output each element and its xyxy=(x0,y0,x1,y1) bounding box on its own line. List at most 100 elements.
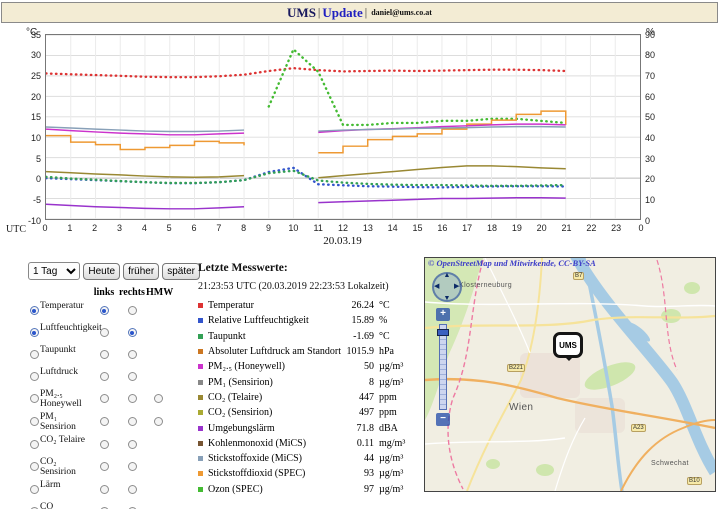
y-axis-tick-right: 20 xyxy=(645,174,656,185)
rechts-radio[interactable] xyxy=(127,462,137,471)
zoom-slider-track[interactable] xyxy=(439,324,447,410)
rechts-radio[interactable] xyxy=(127,394,137,403)
links-radio[interactable] xyxy=(99,462,109,471)
links-radio[interactable] xyxy=(99,372,109,381)
series-color-bullet xyxy=(198,471,203,477)
control-label: PM₁ Sensirion xyxy=(40,412,76,432)
rechts-radio[interactable] xyxy=(127,485,137,494)
row-enable-radio[interactable] xyxy=(29,440,39,449)
measurement-unit: µg/m³ xyxy=(379,361,404,373)
y-axis-tick-left: 0 xyxy=(35,174,41,185)
row-enable-radio[interactable] xyxy=(29,485,39,494)
measurement-unit: µg/m³ xyxy=(379,376,404,388)
pan-down-icon[interactable]: ▼ xyxy=(444,295,451,302)
hmw-radio[interactable] xyxy=(153,417,163,426)
y-axis-tick-left: 35 xyxy=(30,29,41,40)
measurement-label: Umgebungslärm xyxy=(208,422,275,434)
update-link[interactable]: Update xyxy=(322,5,362,21)
spaeter-button[interactable]: später xyxy=(162,262,200,280)
zoom-out-button[interactable]: − xyxy=(436,413,450,426)
rechts-radio[interactable] xyxy=(127,306,137,315)
measurement-row-12: Ozon (SPEC) 97 µg/m³ xyxy=(198,482,416,497)
hmw-radio[interactable] xyxy=(153,394,163,403)
links-radio[interactable] xyxy=(99,328,109,337)
map-panel[interactable]: © OpenStreetMap und Mitwirkende, CC-BY-S… xyxy=(424,257,716,492)
col-links: links xyxy=(93,287,115,298)
control-row-3: Luftdruck xyxy=(28,367,200,386)
chart-plot xyxy=(45,34,641,220)
rechts-radio[interactable] xyxy=(127,350,137,359)
rechts-radio[interactable] xyxy=(127,417,137,426)
measurement-row-0: Temperatur 26.24 °C xyxy=(198,298,416,313)
row-enable-radio[interactable] xyxy=(29,328,39,337)
links-radio[interactable] xyxy=(99,306,109,315)
measurement-row-1: Relative Luftfeuchtigkeit 15.89% xyxy=(198,313,416,328)
x-axis-tick: 19 xyxy=(511,223,522,233)
measurement-label: PM₂.₅ (Honeywell) xyxy=(208,361,285,373)
links-radio[interactable] xyxy=(99,350,109,359)
measurement-unit: % xyxy=(379,315,388,327)
row-enable-radio[interactable] xyxy=(29,350,39,359)
control-label: Lärm xyxy=(40,480,61,490)
row-enable-radio[interactable] xyxy=(29,372,39,381)
measurement-row-7: CO₂ (Sensirion) 497 ppm xyxy=(198,405,416,420)
pan-left-icon[interactable]: ◀ xyxy=(434,283,439,290)
control-label: Luftdruck xyxy=(40,367,78,377)
x-axis-tick: 20 xyxy=(536,223,547,233)
frueher-button[interactable]: früher xyxy=(123,262,160,280)
control-label: PM₂.₅ Honeywell xyxy=(40,389,82,409)
timeseries-chart: °C % UTC 20.03.19 -10 -5 0 5 10 15 20 25 30 35 0 10… xyxy=(0,26,719,252)
chart-series-4 xyxy=(46,110,567,154)
heute-button[interactable]: Heute xyxy=(83,262,121,280)
chart-series-6 xyxy=(46,125,566,133)
links-radio[interactable] xyxy=(99,417,109,426)
zoom-slider-handle[interactable] xyxy=(437,329,449,336)
x-axis-tick: 13 xyxy=(362,223,373,233)
pan-right-icon[interactable]: ▶ xyxy=(454,283,459,290)
road-ref-badge: A23 xyxy=(631,424,646,432)
control-row-8: Lärm xyxy=(28,480,200,499)
control-label: CO₂ Sensirion xyxy=(40,457,76,477)
y-axis-tick-right: 10 xyxy=(645,194,656,205)
x-axis-tick: 10 xyxy=(288,223,299,233)
control-label: Taupunkt xyxy=(40,345,76,355)
map-pan-control[interactable]: ▲ ▼ ◀ ▶ xyxy=(430,270,464,304)
control-row-5: PM₁ Sensirion xyxy=(28,412,200,432)
rechts-radio[interactable] xyxy=(127,440,137,449)
map-city-label: Klosterneuburg xyxy=(459,282,513,289)
row-enable-radio[interactable] xyxy=(29,306,39,315)
road-ref-badge: B7 xyxy=(573,272,585,280)
road-ref-badge: B221 xyxy=(507,364,526,372)
y-axis-tick-right: 80 xyxy=(645,50,656,61)
row-enable-radio[interactable] xyxy=(29,417,39,426)
measurement-unit: ppm xyxy=(379,391,397,403)
control-row-1: Luftfeuchtigkeit xyxy=(28,323,200,342)
row-enable-radio[interactable] xyxy=(29,394,39,403)
y-axis-tick-left: 25 xyxy=(30,70,41,81)
measurement-unit: µg/m³ xyxy=(379,468,404,480)
series-color-bullet xyxy=(198,440,203,446)
pan-up-icon[interactable]: ▲ xyxy=(444,272,451,279)
control-label: CO xyxy=(40,502,54,509)
range-select[interactable]: 1 Tag xyxy=(28,262,81,280)
series-selection-rows: Temperatur Luftfeuchtigkeit Taupunkt Luftdr… xyxy=(28,301,200,509)
rechts-radio[interactable] xyxy=(127,372,137,381)
links-radio[interactable] xyxy=(99,394,109,403)
measurement-unit: µg/m³ xyxy=(379,483,404,495)
x-axis-tick: 0 xyxy=(42,223,48,233)
measurement-value: 26.24 xyxy=(351,300,375,312)
latest-heading: Letzte Messwerte: xyxy=(198,262,288,274)
axis-column-headers: links rechts HMW xyxy=(28,287,200,298)
links-radio[interactable] xyxy=(99,440,109,449)
x-axis-tick: 12 xyxy=(337,223,348,233)
rechts-radio[interactable] xyxy=(127,328,137,337)
zoom-in-button[interactable]: + xyxy=(436,308,450,321)
measurement-label: CO₂ (Telaire) xyxy=(208,391,263,403)
links-radio[interactable] xyxy=(99,485,109,494)
x-axis-tick: 4 xyxy=(141,223,147,233)
ums-station-marker[interactable]: UMS xyxy=(553,332,583,361)
series-color-bullet xyxy=(198,486,203,492)
measurement-rows: Temperatur 26.24 °C Relative Luftfeuchtigke… xyxy=(198,298,416,497)
x-axis-tick: 17 xyxy=(462,223,473,233)
row-enable-radio[interactable] xyxy=(29,462,39,471)
